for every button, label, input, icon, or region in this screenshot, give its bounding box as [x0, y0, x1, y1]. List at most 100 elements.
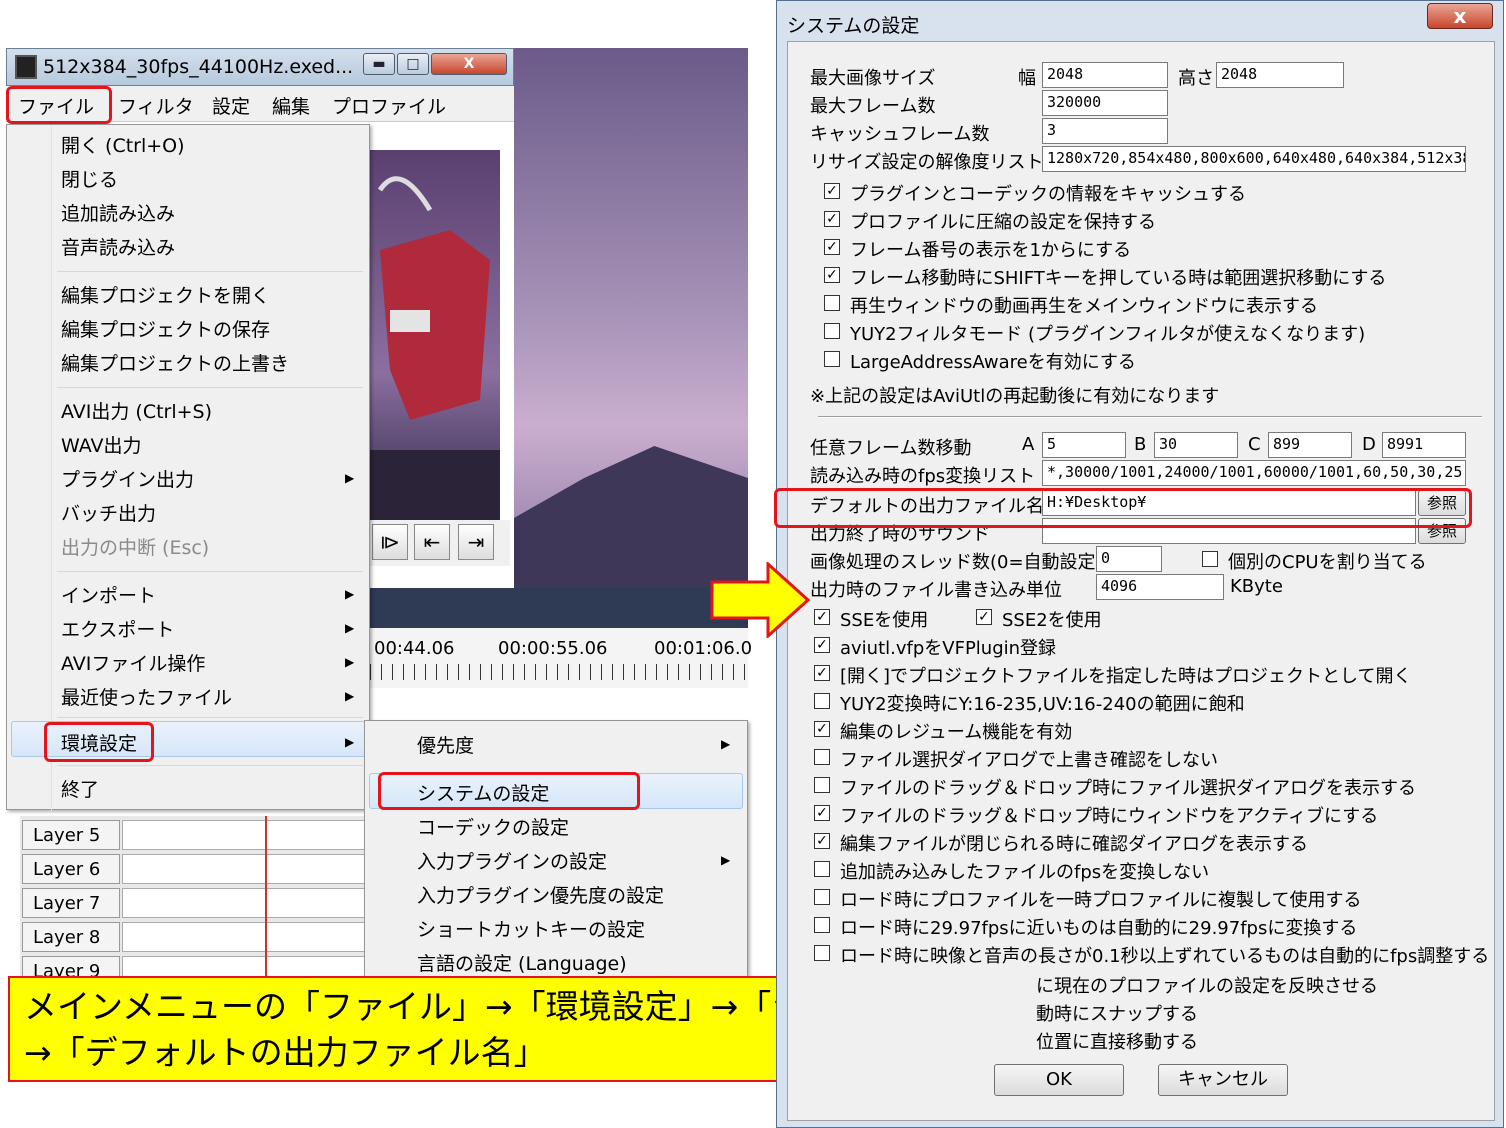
layer-label[interactable]: Layer 8: [22, 922, 120, 952]
checkbox[interactable]: [814, 889, 830, 905]
checkbox[interactable]: ✓: [824, 211, 840, 227]
main-window-titlebar[interactable]: 512x384_30fps_44100Hz.exed... ▬ □ X: [6, 48, 514, 86]
menu-audio-load[interactable]: 音声読み込み: [61, 233, 175, 260]
submenu-arrow-icon: ▶: [345, 689, 355, 703]
checkbox[interactable]: ✓: [824, 267, 840, 283]
write-unit-input[interactable]: 4096: [1096, 574, 1224, 600]
restart-note: ※上記の設定はAviUtlの再起動後に有効になります: [810, 386, 1220, 407]
cancel-button[interactable]: キャンセル: [1158, 1064, 1288, 1096]
jump-start-icon[interactable]: ⇤: [414, 524, 450, 560]
menu-exit[interactable]: 終了: [61, 775, 99, 802]
menu-icon-strip: [51, 125, 52, 811]
jump-b-label: B: [1134, 434, 1147, 455]
submenu-codec-settings[interactable]: コーデックの設定: [417, 813, 569, 840]
submenu-arrow-icon: ▶: [721, 853, 731, 867]
width-label: 幅: [1018, 68, 1036, 89]
menu-filter[interactable]: フィルタ: [118, 92, 194, 119]
jump-end-icon[interactable]: ⇥: [458, 524, 494, 560]
timeline-cursor: [265, 816, 267, 976]
menu-plugin-output[interactable]: プラグイン出力: [61, 465, 361, 492]
threads-label: 画像処理のスレッド数(0=自動設定): [810, 552, 1103, 573]
menu-batch-output[interactable]: バッチ出力: [61, 499, 156, 526]
menu-close[interactable]: 閉じる: [61, 165, 118, 192]
checkbox[interactable]: [814, 693, 830, 709]
height-input[interactable]: 2048: [1216, 62, 1344, 88]
checkbox[interactable]: [814, 917, 830, 933]
jump-a-input[interactable]: 5: [1042, 432, 1126, 458]
checkbox[interactable]: [1202, 551, 1218, 567]
checkbox[interactable]: ✓: [814, 637, 830, 653]
width-input[interactable]: 2048: [1042, 62, 1168, 88]
checkbox[interactable]: [814, 861, 830, 877]
layer-label[interactable]: Layer 5: [22, 820, 120, 850]
menu-avi-file-ops[interactable]: AVIファイル操作: [61, 649, 205, 676]
resize-list-input[interactable]: 1280x720,854x480,800x600,640x480,640x384…: [1042, 146, 1466, 172]
write-unit-label: 出力時のファイル書き込み単位: [810, 580, 1062, 601]
close-button[interactable]: X: [431, 53, 507, 75]
checkbox[interactable]: ✓: [824, 183, 840, 199]
menu-recent-files[interactable]: 最近使ったファイル: [61, 683, 232, 710]
frame-jump-label: 任意フレーム数移動: [810, 438, 972, 459]
menu-save-project[interactable]: 編集プロジェクトの保存: [61, 315, 270, 342]
dialog-separator: [818, 416, 1482, 418]
menu-avi-output[interactable]: AVI出力 (Ctrl+S): [61, 397, 212, 424]
ok-button[interactable]: OK: [994, 1064, 1124, 1096]
checkbox[interactable]: ✓: [814, 833, 830, 849]
layer-track[interactable]: [122, 854, 370, 884]
checkbox[interactable]: [824, 295, 840, 311]
menu-open-project[interactable]: 編集プロジェクトを開く: [61, 281, 270, 308]
layer-track[interactable]: [122, 922, 370, 952]
highlight-file-menu: [6, 86, 112, 124]
menu-open[interactable]: 開く (Ctrl+O): [61, 131, 185, 158]
minimize-button[interactable]: ▬: [363, 53, 395, 75]
jump-d-label: D: [1362, 434, 1376, 455]
menu-profile[interactable]: プロファイル: [332, 92, 446, 119]
main-window-title: 512x384_30fps_44100Hz.exed...: [43, 56, 354, 78]
submenu-priority[interactable]: 優先度: [417, 731, 474, 758]
menu-export[interactable]: エクスポート: [61, 615, 174, 642]
submenu-shortcut-settings[interactable]: ショートカットキーの設定: [417, 915, 645, 942]
max-image-size-label: 最大画像サイズ: [810, 68, 936, 89]
checkbox[interactable]: ✓: [814, 609, 830, 625]
cache-frames-input[interactable]: 3: [1042, 118, 1168, 144]
menu-separator: [57, 765, 363, 766]
checkbox[interactable]: ✓: [814, 665, 830, 681]
menu-abort-output: 出力の中断 (Esc): [61, 537, 210, 559]
checkbox[interactable]: ✓: [824, 239, 840, 255]
checkbox[interactable]: [814, 749, 830, 765]
jump-c-input[interactable]: 899: [1268, 432, 1352, 458]
fps-list-input[interactable]: *,30000/1001,24000/1001,60000/1001,60,50…: [1042, 460, 1466, 486]
layer-label[interactable]: Layer 6: [22, 854, 120, 884]
checkbox[interactable]: [824, 323, 840, 339]
max-frames-input[interactable]: 320000: [1042, 90, 1168, 116]
jump-b-input[interactable]: 30: [1154, 432, 1238, 458]
checkbox[interactable]: ✓: [976, 609, 992, 625]
dialog-close-button[interactable]: x: [1427, 3, 1493, 29]
menu-separator: [57, 571, 363, 572]
menu-overwrite-project[interactable]: 編集プロジェクトの上書き: [61, 349, 289, 376]
fps-list-label: 読み込み時のfps変換リスト: [810, 466, 1036, 487]
write-unit-suffix: KByte: [1230, 576, 1283, 597]
submenu-arrow-icon: ▶: [721, 737, 731, 751]
menu-edit[interactable]: 編集: [272, 92, 310, 119]
step-forward-icon[interactable]: ⧐: [372, 524, 408, 560]
checkbox[interactable]: ✓: [814, 805, 830, 821]
layer-label[interactable]: Layer 7: [22, 888, 120, 918]
layer-track[interactable]: [122, 820, 370, 850]
checkbox[interactable]: [824, 351, 840, 367]
checkbox[interactable]: ✓: [814, 721, 830, 737]
menu-import[interactable]: インポート: [61, 581, 156, 608]
checkbox[interactable]: [814, 777, 830, 793]
threads-input[interactable]: 0: [1096, 546, 1162, 572]
maximize-button[interactable]: □: [397, 53, 429, 75]
menu-wav-output[interactable]: WAV出力: [61, 431, 142, 458]
submenu-input-plugin-settings[interactable]: 入力プラグインの設定: [417, 847, 607, 874]
checkbox[interactable]: [814, 945, 830, 961]
jump-d-input[interactable]: 8991: [1382, 432, 1466, 458]
layer-track[interactable]: [122, 888, 370, 918]
submenu-input-plugin-priority[interactable]: 入力プラグイン優先度の設定: [417, 881, 664, 908]
submenu-language-settings[interactable]: 言語の設定 (Language): [417, 949, 627, 976]
playback-controls: ⧐ ⇤ ⇥: [370, 520, 510, 566]
menu-settings[interactable]: 設定: [212, 92, 250, 119]
menu-append-load[interactable]: 追加読み込み: [61, 199, 175, 226]
